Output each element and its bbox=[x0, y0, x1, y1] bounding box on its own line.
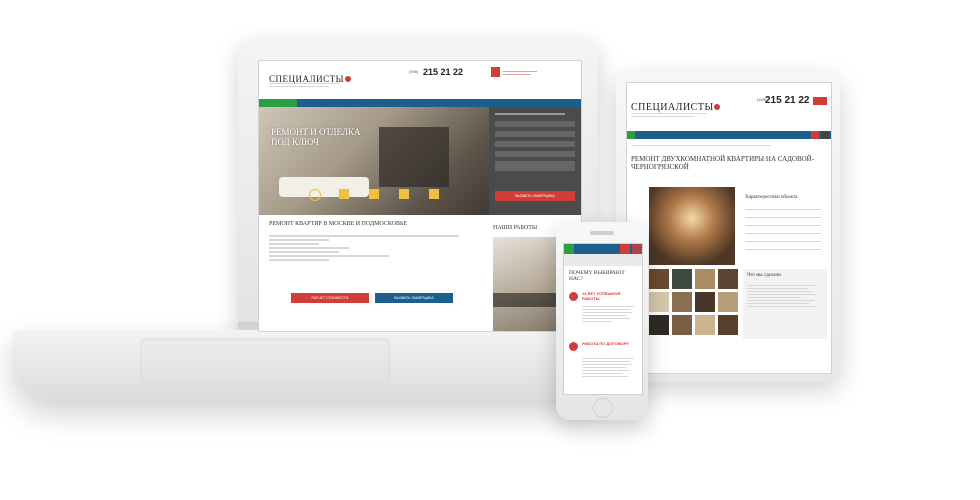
gallery-thumb[interactable] bbox=[718, 315, 738, 335]
laptop-phone[interactable]: 215 21 22 bbox=[423, 67, 463, 77]
specs-title: Характеристики объекта bbox=[745, 195, 798, 200]
form-field-phone[interactable] bbox=[495, 131, 575, 137]
award-icon bbox=[569, 292, 578, 301]
gallery-thumb[interactable] bbox=[695, 315, 715, 335]
nav-green-block[interactable] bbox=[259, 99, 297, 107]
phone-call-icon[interactable] bbox=[632, 244, 642, 254]
gallery-thumb[interactable] bbox=[718, 292, 738, 312]
tablet-calc-icon[interactable] bbox=[813, 97, 827, 105]
gallery-thumb[interactable] bbox=[672, 292, 692, 312]
tablet-phone-icon[interactable] bbox=[821, 131, 829, 139]
gallery-thumb[interactable] bbox=[695, 269, 715, 289]
laptop-phone-prefix: (495) bbox=[409, 69, 419, 74]
award-icon bbox=[309, 189, 321, 201]
tablet-page-title: РЕМОНТ ДВУХКОМНАТНОЙ КВАРТИРЫ НА САДОВОЙ… bbox=[631, 155, 815, 171]
phone-home-button[interactable] bbox=[593, 398, 613, 418]
works-title: Что мы сделали bbox=[747, 273, 781, 278]
logo-dot-icon bbox=[713, 104, 720, 110]
phone-title: ПОЧЕМУ ВЫБИРАЮТ НАС? bbox=[569, 270, 625, 282]
gallery-thumb[interactable] bbox=[695, 292, 715, 312]
gallery-thumb[interactable] bbox=[718, 269, 738, 289]
house-icon bbox=[369, 189, 379, 199]
works-box: Что мы сделали bbox=[743, 269, 827, 339]
tablet-screen: СПЕЦИАЛИСТЫ (495) 215 21 22 ДИЗАЙН-ИНТЕР… bbox=[626, 82, 832, 374]
tablet-phone[interactable]: 215 21 22 bbox=[765, 95, 810, 106]
laptop-tagline bbox=[269, 81, 349, 89]
gallery-thumb[interactable] bbox=[649, 269, 669, 289]
specs-table bbox=[745, 207, 825, 252]
phone-speaker bbox=[590, 231, 614, 235]
gallery-thumb[interactable] bbox=[672, 315, 692, 335]
form-field-address[interactable] bbox=[495, 141, 575, 147]
laptop-screen: СПЕЦИАЛИСТЫ (495) 215 21 22 ДИЗАЙН-ИНТЕР… bbox=[258, 60, 582, 332]
gallery-thumb[interactable] bbox=[649, 315, 669, 335]
tablet-menu-icon[interactable] bbox=[627, 131, 635, 139]
sidebar-works-title: НАШИ РАБОТЫ bbox=[493, 225, 538, 231]
request-form: ВЫЗВАТЬ ЗАМЕРЩИКА bbox=[489, 107, 581, 215]
hero-cabinet bbox=[379, 127, 449, 187]
hero-title: РЕМОНТ И ОТДЕЛКА ПОД КЛЮЧ bbox=[271, 127, 361, 147]
gallery-thumb[interactable] bbox=[672, 269, 692, 289]
phone-feature-2: РАБОТА ПО ДОГОВОРУ bbox=[582, 341, 629, 346]
tablet-cart-icon[interactable] bbox=[811, 131, 819, 139]
tablet-nav: ДИЗАЙН-ИНТЕРЬЕРА НАШИ РАБОТЫ ЦЕНЫ О КОМП… bbox=[627, 131, 831, 147]
laptop-header-note bbox=[503, 69, 543, 77]
tablet-breadcrumb[interactable] bbox=[631, 143, 781, 148]
contract-icon bbox=[569, 342, 578, 351]
section-title: РЕМОНТ КВАРТИР В МОСКВЕ И ПОДМОСКОВЬЕ bbox=[269, 221, 408, 227]
phone-feature-1: 14 ЛЕТ УСПЕШНОЙ РАБОТЫ bbox=[582, 291, 621, 301]
phone-nav bbox=[564, 244, 642, 254]
calc-cost-button[interactable]: РАСЧЕТ СТОИМОСТИ bbox=[291, 293, 369, 303]
laptop-nav: ДИЗАЙН-ИНТЕРЬЕРА НАШИ РАБОТЫ ЦЕНЫ О КОМП… bbox=[259, 99, 581, 115]
phone-menu-icon[interactable] bbox=[564, 244, 574, 254]
form-field-date[interactable] bbox=[495, 151, 575, 157]
tablet-tagline bbox=[631, 111, 711, 119]
gallery-thumb[interactable] bbox=[649, 292, 669, 312]
hero-features bbox=[309, 189, 459, 207]
phone-cart-icon[interactable] bbox=[620, 244, 630, 254]
call-measurer-button[interactable]: ВЫЗВАТЬ ЗАМЕРЩИКА bbox=[375, 293, 453, 303]
gallery-main-image[interactable] bbox=[649, 187, 735, 265]
brush-icon bbox=[399, 189, 409, 199]
phone-feature-1-text bbox=[582, 304, 638, 324]
form-field-comment[interactable] bbox=[495, 161, 575, 171]
phone-screen: ПОЧЕМУ ВЫБИРАЮТ НАС? 14 ЛЕТ УСПЕШНОЙ РАБ… bbox=[563, 243, 643, 395]
calc-icon[interactable] bbox=[491, 67, 500, 77]
gallery-thumbs bbox=[649, 269, 739, 357]
form-field-name[interactable] bbox=[495, 121, 575, 127]
phone-banner bbox=[564, 254, 642, 266]
document-icon bbox=[339, 189, 349, 199]
clipboard-icon bbox=[429, 189, 439, 199]
laptop-touchpad bbox=[140, 338, 390, 384]
phone-feature-2-text bbox=[582, 356, 638, 379]
form-submit-button[interactable]: ВЫЗВАТЬ ЗАМЕРЩИКА bbox=[495, 191, 575, 201]
section-text bbox=[269, 233, 469, 263]
